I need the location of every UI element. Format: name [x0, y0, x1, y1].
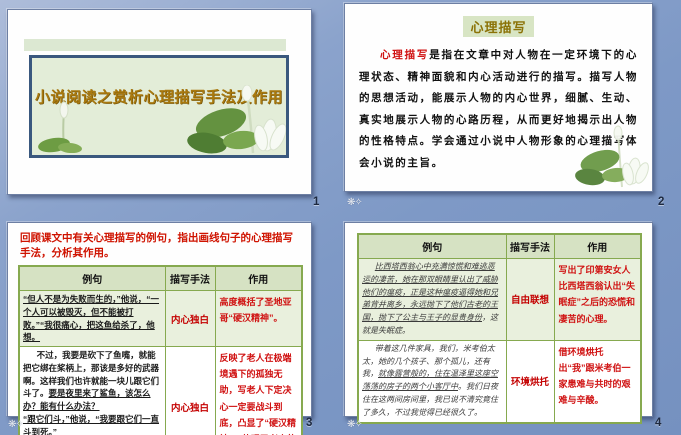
- page-number: 3: [306, 417, 312, 429]
- page-number: 1: [313, 196, 319, 208]
- col-header-example: 例句: [358, 234, 506, 259]
- example-cell: 带着这几件家具，我们，米考伯太太，她的几个孩子、那个孤儿，还有我，就像露营般的，…: [358, 340, 506, 422]
- technique-cell: 内心独白: [165, 347, 215, 435]
- watermark-logo-icon: ❋✧: [347, 198, 362, 208]
- page-number: 2: [658, 196, 664, 208]
- slide-title: 心理描写: [463, 16, 533, 37]
- technique-cell: 内心独白: [165, 291, 215, 347]
- effect-cell: 写出了印第安女人比西塔西翁认出“失眠症”之后的恐慌和凄苦的心理。: [554, 259, 641, 341]
- lotus-leaf-icon: [36, 101, 96, 153]
- lotus-flower-icon: [570, 125, 650, 189]
- example-cell: “但人不是为失败而生的，”他说，“一个人可以被毁灭，但不能被打败。”“我很痛心，…: [19, 291, 165, 347]
- col-header-effect: 作用: [554, 234, 641, 259]
- page-number: 4: [655, 417, 661, 429]
- decor-band: [24, 39, 286, 51]
- col-header-effect: 作用: [215, 266, 302, 291]
- technique-cell: 环境烘托: [506, 340, 554, 422]
- effect-cell: 高度概括了圣地亚哥“硬汉精神”。: [215, 291, 302, 347]
- lotus-flower-icon: [181, 85, 286, 155]
- watermark-logo-icon: ❋✧: [347, 420, 362, 430]
- col-header-technique: 描写手法: [165, 266, 215, 291]
- analysis-table: 例句 描写手法 作用 比西塔西翁心中充满惊慌和难逃恶运的凄苦，她在那双眼睛里认出…: [357, 233, 642, 424]
- col-header-example: 例句: [19, 266, 165, 291]
- example-cell: 比西塔西翁心中充满惊慌和难逃恶运的凄苦，她在那双眼睛里认出了威胁他们的瘟疫，正是…: [358, 259, 506, 341]
- analysis-table: 例句 描写手法 作用 “但人不是为失败而生的，”他说，“一个人可以被毁灭，但不能…: [18, 265, 303, 435]
- slide-thumbnail-3[interactable]: 回顾课文中有关心理描写的例句，指出画线句子的心理描写手法，分析其作用。 例句 描…: [7, 222, 312, 417]
- slide-thumbnail-1[interactable]: 小说阅读之赏析心理描写手法及作用: [7, 9, 312, 195]
- example-cell: 不过，我要是砍下了鱼嘴，就能把它绑在桨柄上，那该是多好的武器啊。这样我们也许就能…: [19, 347, 165, 435]
- effect-cell: 借环境烘托出“我”跟米考伯一家患难与共时的艰难与辛酸。: [554, 340, 641, 422]
- keyword-highlight: 心理描写: [380, 49, 429, 61]
- slide-thumbnail-2[interactable]: 心理描写 心理描写是指在文章中对人物在一定环境下的心理状态、精神面貌和内心活动进…: [344, 3, 653, 192]
- effect-cell: 反映了老人在极端境遇下的孤独无助，写老人下定决心一定要战斗到底，凸显了“硬汉精神…: [215, 347, 302, 435]
- handout-view: 小说阅读之赏析心理描写手法及作用 1: [0, 0, 681, 435]
- task-instruction: 回顾课文中有关心理描写的例句，指出画线句子的心理描写手法，分析其作用。: [20, 231, 301, 261]
- watermark-logo-icon: ❋✧: [8, 420, 23, 430]
- technique-cell: 自由联想: [506, 259, 554, 341]
- col-header-technique: 描写手法: [506, 234, 554, 259]
- title-box: 小说阅读之赏析心理描写手法及作用: [29, 55, 289, 158]
- slide-thumbnail-4[interactable]: 例句 描写手法 作用 比西塔西翁心中充满惊慌和难逃恶运的凄苦，她在那双眼睛里认出…: [344, 222, 653, 417]
